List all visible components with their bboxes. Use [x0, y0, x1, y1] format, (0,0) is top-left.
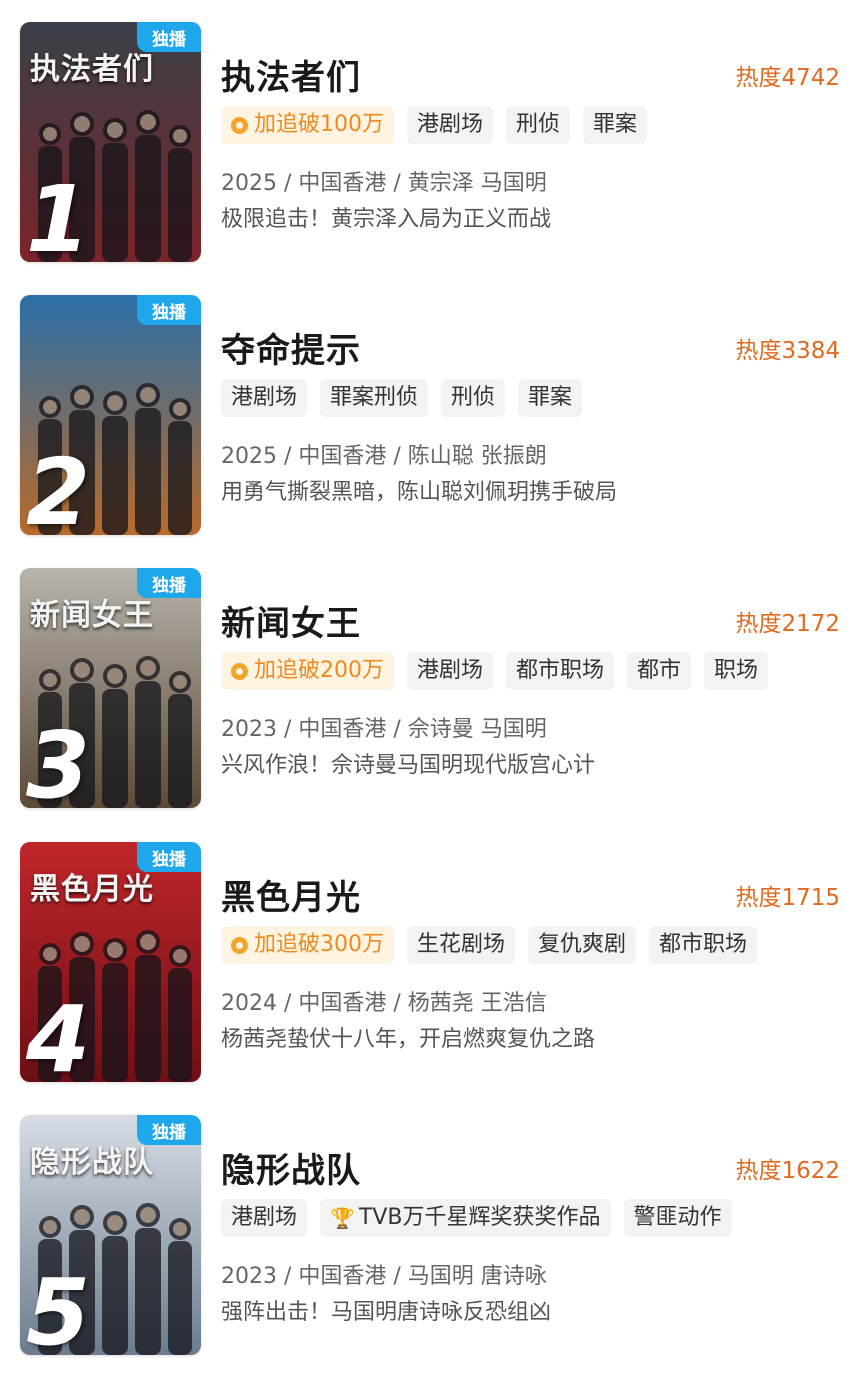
- drama-title[interactable]: 执法者们: [221, 50, 361, 99]
- genre-tag[interactable]: 港剧场: [221, 1199, 308, 1237]
- tag-row: 加追破100万 港剧场 刑侦 罪案: [221, 106, 648, 144]
- exclusive-badge: 独播: [137, 842, 201, 872]
- drama-meta-info: 2025 / 中国香港 / 黄宗泽 马国明: [221, 171, 547, 196]
- circle-icon: [231, 936, 248, 954]
- follow-milestone-label: 加追破100万: [254, 112, 384, 137]
- genre-tag[interactable]: 刑侦: [506, 106, 571, 144]
- drama-description: 极限追击！黄宗泽入局为正义而战: [221, 207, 552, 232]
- follow-milestone-label: 加追破200万: [254, 658, 384, 683]
- circle-icon: [231, 116, 248, 134]
- drama-poster[interactable]: 2 独播: [20, 295, 201, 535]
- drama-list-item[interactable]: 2 独播 夺命提示 热度3384 港剧场 罪案刑侦 刑侦 罪案 2025 / 中国香港 / 陈山…: [0, 295, 856, 568]
- tag-row: 加追破300万 生花剧场 复仇爽剧 都市职场: [221, 926, 758, 964]
- genre-tag[interactable]: 都市职场: [649, 926, 758, 964]
- exclusive-badge: 独播: [137, 1115, 201, 1145]
- heat-score: 热度2172: [735, 611, 840, 637]
- heat-score: 热度1715: [735, 885, 840, 911]
- trophy-icon: 🏆: [330, 1206, 355, 1230]
- drama-meta-info: 2023 / 中国香港 / 马国明 唐诗咏: [221, 1264, 547, 1289]
- genre-tag[interactable]: 港剧场: [407, 106, 494, 144]
- drama-list-item[interactable]: 执法者们 1 独播 执法者们 热度4742 加追破100万 港剧场 刑侦 罪案 2025 / 中国…: [0, 22, 856, 295]
- rank-number: 3: [26, 712, 91, 809]
- genre-tag[interactable]: 刑侦: [441, 379, 506, 417]
- genre-tag[interactable]: 港剧场: [407, 652, 494, 690]
- genre-tag[interactable]: 港剧场: [221, 379, 308, 417]
- rank-number: 4: [26, 986, 91, 1083]
- genre-tag[interactable]: 复仇爽剧: [528, 926, 637, 964]
- tag-row: 加追破200万 港剧场 都市职场 都市 职场: [221, 652, 769, 690]
- drama-list-item[interactable]: 黑色月光 4 独播 黑色月光 热度1715 加追破300万 生花剧场 复仇爽剧 都市职场 2024…: [0, 842, 856, 1115]
- drama-meta-info: 2024 / 中国香港 / 杨茜尧 王浩信: [221, 991, 547, 1016]
- drama-description: 兴风作浪！佘诗曼马国明现代版宫心计: [221, 753, 596, 778]
- exclusive-badge: 独播: [137, 295, 201, 325]
- heat-score: 热度1622: [735, 1158, 840, 1184]
- heat-score: 热度4742: [735, 65, 840, 91]
- drama-poster[interactable]: 执法者们 1 独播: [20, 22, 201, 262]
- drama-description: 杨茜尧蛰伏十八年，开启燃爽复仇之路: [221, 1027, 596, 1052]
- drama-title[interactable]: 黑色月光: [221, 870, 361, 919]
- genre-tag[interactable]: 职场: [704, 652, 769, 690]
- drama-list-item[interactable]: 新闻女王 3 独播 新闻女王 热度2172 加追破200万 港剧场 都市职场 都市 职场 2023 …: [0, 568, 856, 841]
- genre-tag[interactable]: 都市职场: [506, 652, 615, 690]
- genre-tag[interactable]: 罪案: [518, 379, 583, 417]
- follow-milestone-label: 加追破300万: [254, 932, 384, 957]
- genre-tag[interactable]: 罪案刑侦: [320, 379, 429, 417]
- drama-ranking-list: 执法者们 1 独播 执法者们 热度4742 加追破100万 港剧场 刑侦 罪案 2025 / 中国…: [0, 0, 856, 1372]
- drama-description: 强阵出击！马国明唐诗咏反恐组凶: [221, 1300, 552, 1325]
- follow-milestone-tag: 加追破300万: [221, 926, 394, 964]
- rank-number: 5: [26, 1259, 91, 1356]
- exclusive-badge: 独播: [137, 22, 201, 52]
- heat-score: 热度3384: [735, 338, 840, 364]
- drama-title[interactable]: 夺命提示: [221, 323, 361, 372]
- exclusive-badge: 独播: [137, 568, 201, 598]
- drama-title[interactable]: 新闻女王: [221, 596, 361, 645]
- drama-poster[interactable]: 新闻女王 3 独播: [20, 568, 201, 808]
- drama-poster[interactable]: 隐形战队 5 独播: [20, 1115, 201, 1355]
- follow-milestone-tag: 加追破200万: [221, 652, 394, 690]
- rank-number: 2: [26, 439, 91, 536]
- drama-title[interactable]: 隐形战队: [221, 1143, 361, 1192]
- drama-description: 用勇气撕裂黑暗，陈山聪刘佩玥携手破局: [221, 480, 618, 505]
- drama-meta-info: 2025 / 中国香港 / 陈山聪 张振朗: [221, 444, 547, 469]
- genre-tag[interactable]: 都市: [627, 652, 692, 690]
- drama-poster[interactable]: 黑色月光 4 独播: [20, 842, 201, 1082]
- drama-meta-info: 2023 / 中国香港 / 佘诗曼 马国明: [221, 717, 547, 742]
- genre-tag[interactable]: 生花剧场: [407, 926, 516, 964]
- award-label: TVB万千星辉奖获奖作品: [358, 1205, 601, 1230]
- award-tag[interactable]: 🏆 TVB万千星辉奖获奖作品: [320, 1199, 611, 1237]
- drama-list-item[interactable]: 隐形战队 5 独播 隐形战队 热度1622 港剧场 🏆 TVB万千星辉奖获奖作品 警匪动作 202…: [0, 1115, 856, 1388]
- circle-icon: [231, 662, 248, 680]
- genre-tag[interactable]: 警匪动作: [623, 1199, 732, 1237]
- tag-row: 港剧场 🏆 TVB万千星辉奖获奖作品 警匪动作: [221, 1199, 732, 1237]
- tag-row: 港剧场 罪案刑侦 刑侦 罪案: [221, 379, 583, 417]
- follow-milestone-tag: 加追破100万: [221, 106, 394, 144]
- rank-number: 1: [26, 166, 91, 263]
- genre-tag[interactable]: 罪案: [583, 106, 648, 144]
